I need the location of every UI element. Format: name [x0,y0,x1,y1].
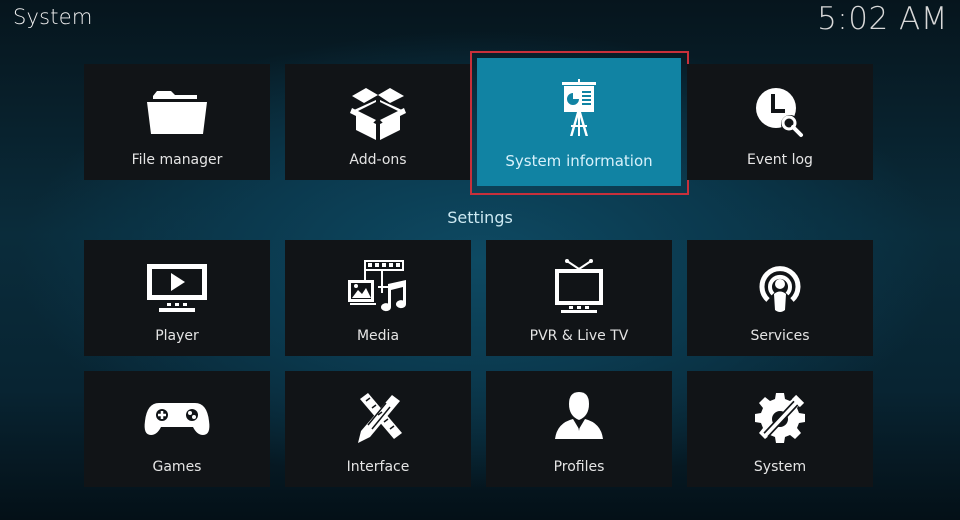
tile-label: Profiles [553,459,605,475]
tile-label: Interface [346,459,410,475]
person-silhouette-icon [543,389,615,449]
tile-player[interactable]: Player [84,240,270,356]
tile-label: Games [152,459,202,475]
tv-antenna-icon [543,258,615,318]
tile-games[interactable]: Games [84,371,270,487]
clock-search-icon [744,82,816,142]
tile-label: File manager [131,152,223,168]
tile-event-log[interactable]: Event log [687,64,873,180]
tile-label: Event log [747,152,813,168]
monitor-play-icon [141,258,213,318]
tile-interface[interactable]: Interface [285,371,471,487]
media-film-picture-music-icon [342,258,414,318]
tile-label: Services [750,328,810,344]
gamepad-icon [141,389,213,449]
presentation-board-icon [543,78,615,138]
gear-wrench-icon [744,389,816,449]
tile-label: System [753,459,807,475]
section-heading-settings: Settings [447,208,513,227]
window-title: System [13,5,93,29]
tile-label: PVR & Live TV [529,328,629,344]
folder-icon [141,82,213,142]
tile-media[interactable]: Media [285,240,471,356]
tile-profiles[interactable]: Profiles [486,371,672,487]
tile-services[interactable]: Services [687,240,873,356]
tile-label: System information [505,152,653,170]
broadcast-podcast-icon [744,258,816,318]
tile-system-settings[interactable]: System [687,371,873,487]
tile-file-manager[interactable]: File manager [84,64,270,180]
tile-label: Player [155,328,199,344]
tile-system-information[interactable]: System information [477,58,681,186]
clock: 5:02 AM [817,1,948,37]
tile-label: Add-ons [349,152,407,168]
tile-label: Media [356,328,400,344]
tile-pvr-live-tv[interactable]: PVR & Live TV [486,240,672,356]
pencil-ruler-icon [342,389,414,449]
open-box-icon [342,82,414,142]
tile-add-ons[interactable]: Add-ons [285,64,471,180]
